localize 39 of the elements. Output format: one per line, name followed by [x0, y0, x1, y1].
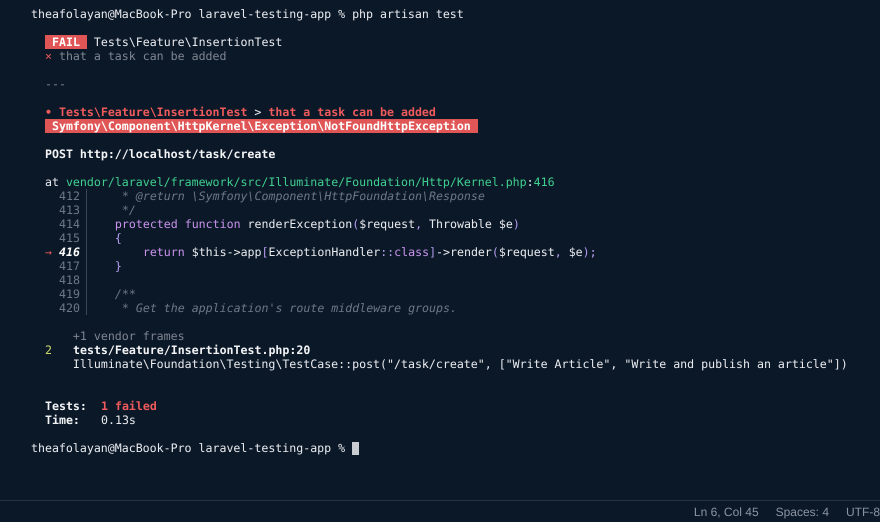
separator-text: ---	[45, 77, 66, 91]
code-line: * @return \Symfony\Component\HttpFoundation\Response	[120, 189, 485, 203]
code-line: */	[120, 203, 136, 217]
request-text: POST http://localhost/task/create	[45, 147, 276, 161]
line-number: 418	[59, 273, 87, 287]
frame-number: 2	[45, 343, 53, 357]
code-line: /**	[114, 287, 136, 301]
failed-count: 1 failed	[101, 399, 157, 413]
vendor-frames-note: +1 vendor frames	[72, 329, 185, 343]
line-number: 420	[59, 301, 87, 315]
frame-call: Illuminate\Foundation\Testing\TestCase::post("/task/create", ["Write Article", "Write and publish an article"])	[72, 357, 848, 371]
summary-label: Time:	[45, 413, 81, 427]
code-line: }	[114, 259, 122, 273]
line-number: 419	[59, 287, 87, 301]
code-line: * Get the application's route middleware groups.	[120, 301, 457, 315]
prompt-text: theafolayan@MacBook-Pro laravel-testing-app % php artisan test	[31, 7, 464, 21]
line-number: 417	[59, 259, 87, 273]
failed-test-text: × that a task can be added	[45, 49, 226, 63]
summary-label: Tests:	[45, 399, 88, 413]
prompt-text: theafolayan@MacBook-Pro laravel-testing-app %	[31, 441, 346, 455]
line-number: 416	[59, 245, 87, 259]
exception-badge: Symfony\Component\HttpKernel\Exception\NotFoundHttpException	[45, 119, 478, 133]
code-line: {	[114, 231, 122, 245]
line-number: 412	[59, 189, 87, 203]
line-number: 415	[59, 231, 87, 245]
status-item[interactable]: Spaces: 4	[776, 504, 829, 518]
fail-badge: FAIL	[45, 35, 87, 49]
code-line: protected function renderException($request, Throwable $e)	[114, 217, 520, 231]
test-class-name: Tests\Feature\InsertionTest	[94, 35, 282, 49]
line-number: 414	[59, 217, 87, 231]
frame-file: tests/Feature/InsertionTest.php:20	[73, 343, 310, 357]
code-line: return $this->app[ExceptionHandler::class]->render($request, $e);	[142, 245, 597, 259]
error-title: • Tests\Feature\InsertionTest > that a task can be added	[45, 105, 436, 119]
status-item[interactable]: UTF-8	[846, 504, 880, 518]
time-value: 0.13s	[101, 413, 136, 427]
current-line-arrow: →	[45, 245, 53, 259]
status-item[interactable]: Ln 6, Col 45	[694, 504, 759, 518]
line-number: 413	[59, 203, 87, 217]
file-location: at vendor/laravel/framework/src/Illuminate/Foundation/Http/Kernel.php:416	[45, 175, 555, 189]
